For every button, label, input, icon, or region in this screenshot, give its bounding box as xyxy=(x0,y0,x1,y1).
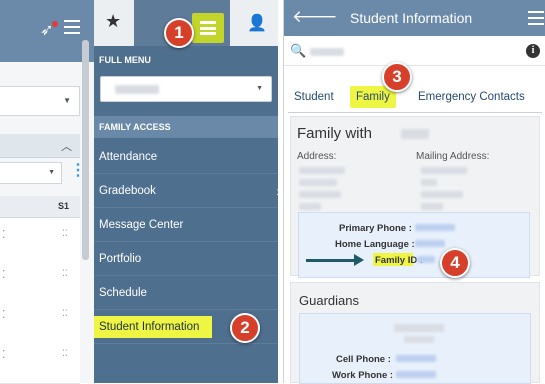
address-line xyxy=(299,191,341,198)
callout-1: 1 xyxy=(164,18,194,48)
full-menu-panel: ★ 👤 1 FULL MENU ▼ FAMILY ACCESS Attendan… xyxy=(94,0,281,383)
primary-phone-value xyxy=(415,224,455,231)
column-header-row: S1 xyxy=(0,196,80,218)
guardians-heading: Guardians xyxy=(299,293,359,308)
district-select[interactable]: ▼ xyxy=(100,76,272,102)
tab-student[interactable]: Student xyxy=(288,86,340,108)
guardian-name xyxy=(394,324,444,332)
student-name xyxy=(310,48,344,56)
menu-item-label: Student Information xyxy=(99,321,200,333)
hamburger-menu-icon[interactable] xyxy=(64,20,80,34)
account-button[interactable]: 👤 xyxy=(230,0,278,46)
filter-select[interactable]: ▼ xyxy=(0,162,62,184)
menu-item-label: Schedule xyxy=(99,287,147,299)
caret-down-icon: ▼ xyxy=(63,96,71,105)
menu-item-schedule[interactable]: Schedule xyxy=(94,276,278,310)
arrow-head-icon xyxy=(354,254,364,266)
favorites-button[interactable]: ★ xyxy=(94,0,134,46)
cell-phone-value xyxy=(396,355,436,362)
work-phone-value xyxy=(396,371,436,378)
family-heading: Family with xyxy=(297,125,373,142)
callout-3: 3 xyxy=(382,62,412,92)
family-access-header: FAMILY ACCESS xyxy=(94,116,278,138)
hamburger-menu-icon[interactable] xyxy=(528,11,544,25)
scrollbar[interactable] xyxy=(82,40,89,260)
address-line xyxy=(299,167,345,174)
caret-down-icon: ▼ xyxy=(256,85,263,92)
callout-4: 4 xyxy=(440,248,470,278)
person-icon: 👤 xyxy=(247,15,267,32)
chevron-right-icon: › xyxy=(276,183,281,199)
back-arrow-icon[interactable]: 🡐 xyxy=(292,7,338,27)
mailing-address-line xyxy=(421,191,463,198)
page-title: Student Information xyxy=(350,10,473,26)
mailing-address-line xyxy=(421,179,437,186)
arrow-pointer xyxy=(306,259,356,262)
callout-2: 2 xyxy=(230,313,260,343)
home-language-label: Home Language : xyxy=(335,239,415,250)
menu-item-label: Message Center xyxy=(99,219,184,231)
home-language-value xyxy=(415,240,445,247)
table-row[interactable]: ⁚ ⁚⁚ xyxy=(0,264,80,305)
guardian-relationship xyxy=(404,336,434,343)
mailing-address-line xyxy=(421,167,467,174)
work-phone-label: Work Phone : xyxy=(332,370,394,381)
notification-dot-icon xyxy=(52,21,58,27)
tab-emergency-contacts[interactable]: Emergency Contacts xyxy=(412,86,531,108)
contact-info-box: Primary Phone : Home Language : Family I… xyxy=(298,212,530,278)
mailing-address-line xyxy=(421,203,443,210)
guardians-card: Guardians Cell Phone : Work Phone : xyxy=(290,282,540,384)
menu-item-label: Portfolio xyxy=(99,253,142,265)
column-header-s1: S1 xyxy=(58,201,70,211)
star-icon: ★ xyxy=(105,11,122,31)
menu-item-message-center[interactable]: Message Center xyxy=(94,208,278,242)
menu-item-attendance[interactable]: Attendance xyxy=(94,140,278,174)
primary-phone-label: Primary Phone : xyxy=(339,223,412,234)
section-header[interactable]: ︿ xyxy=(0,134,80,158)
family-id-label: Family ID : xyxy=(375,255,424,266)
family-access-heading: FAMILY ACCESS xyxy=(99,122,171,132)
menu-item-gradebook[interactable]: Gradebook › xyxy=(94,174,281,208)
menu-item-label: Attendance xyxy=(99,151,158,163)
address-line xyxy=(299,203,321,210)
full-menu-heading: FULL MENU xyxy=(99,55,151,65)
guardian-info-box: Cell Phone : Work Phone : xyxy=(299,313,531,384)
list-view-button[interactable] xyxy=(192,13,224,43)
caret-down-icon: ▼ xyxy=(48,169,55,176)
table-row[interactable]: ⁚ ⁚⁚ xyxy=(0,344,80,384)
menu-item-label: Gradebook xyxy=(99,185,156,197)
cell-phone-label: Cell Phone : xyxy=(336,354,391,365)
tabs-underline xyxy=(288,112,542,113)
family-name xyxy=(401,129,429,139)
chevron-up-icon: ︿ xyxy=(61,141,72,153)
student-search-bar[interactable]: 🔍 i xyxy=(284,38,545,66)
top-bar: ➶ xyxy=(0,0,94,62)
table-row[interactable]: ⁚ ⁚⁚ xyxy=(0,218,80,265)
address-line xyxy=(299,179,337,186)
address-label: Address: xyxy=(297,151,337,162)
info-icon[interactable]: i xyxy=(526,44,540,58)
grades-panel: ➶ ▼ ︿ ▼ ⋮ S1 ⁚ ⁚⁚ ⁚ ⁚⁚ ⁚ ⁚⁚ ⁚ ⁚⁚ xyxy=(0,0,94,384)
mailing-address-label: Mailing Address: xyxy=(416,151,490,162)
student-info-header: 🡐 Student Information xyxy=(284,0,545,36)
family-id-value xyxy=(417,256,435,263)
district-select-value xyxy=(115,85,159,94)
student-information-panel: 🡐 Student Information 🔍 i Student Family… xyxy=(283,0,545,384)
list-icon xyxy=(200,21,216,35)
table-row[interactable]: ⁚ ⁚⁚ xyxy=(0,304,80,345)
search-icon: 🔍 xyxy=(290,43,307,58)
menu-item-portfolio[interactable]: Portfolio xyxy=(94,242,278,276)
dropdown-select[interactable]: ▼ xyxy=(0,86,80,116)
